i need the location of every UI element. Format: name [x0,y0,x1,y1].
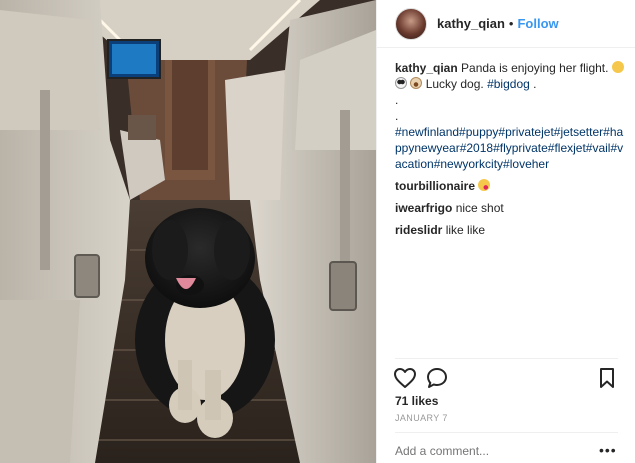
header-username[interactable]: kathy_qian [437,16,505,31]
caption-hashtags[interactable]: #newfinland#puppy#privatejet#jetsetter#h… [395,125,623,171]
divider [395,358,618,359]
panda-face-icon [395,77,407,89]
caption-username[interactable]: kathy_qian [395,61,458,75]
bookmark-icon[interactable] [595,366,619,390]
comment-bubble-icon[interactable] [425,366,449,390]
comment-username[interactable]: iwearfrigo [395,201,452,215]
comment: tourbillionaire [395,178,627,194]
comment-username[interactable]: rideslidr [395,223,442,237]
heart-icon[interactable] [393,366,417,390]
post-header: kathy_qian • Follow [377,0,635,48]
hashtag-bigdog[interactable]: #bigdog [487,77,530,91]
comment-text: nice shot [455,201,504,215]
divider [395,432,618,433]
likes-count[interactable]: 71 likes [395,394,438,408]
action-bar [393,366,619,390]
post-date: JANUARY 7 [395,413,448,423]
dog-on-jet-image [0,0,376,463]
face-blowing-kiss-icon [478,179,491,191]
comment-text: like like [445,223,486,237]
caption-trail: . [529,77,537,91]
smiling-face-icon [611,61,624,73]
header-separator: • [508,16,514,31]
add-comment-input[interactable] [395,444,585,458]
post-sidebar: kathy_qian • Follow kathy_qian Panda is … [376,0,635,463]
avatar[interactable] [395,7,427,40]
post-photo[interactable] [0,0,376,463]
comment-username[interactable]: tourbillionaire [395,179,475,193]
caption-text-2: Lucky dog. [425,77,484,91]
comment: iwearfrigo nice shot [395,200,627,216]
comment: rideslidr like like [395,222,627,238]
caption-text: Panda is enjoying her flight. [461,61,609,75]
comments-list: kathy_qian Panda is enjoying her flight.… [395,60,627,244]
more-options-icon[interactable]: ••• [599,442,617,458]
caption: kathy_qian Panda is enjoying her flight.… [395,60,627,172]
caption-dot-1: . [395,93,399,107]
follow-button[interactable]: Follow [517,16,558,31]
caption-dot-2: . [395,109,399,123]
dog-face-icon [410,77,423,89]
